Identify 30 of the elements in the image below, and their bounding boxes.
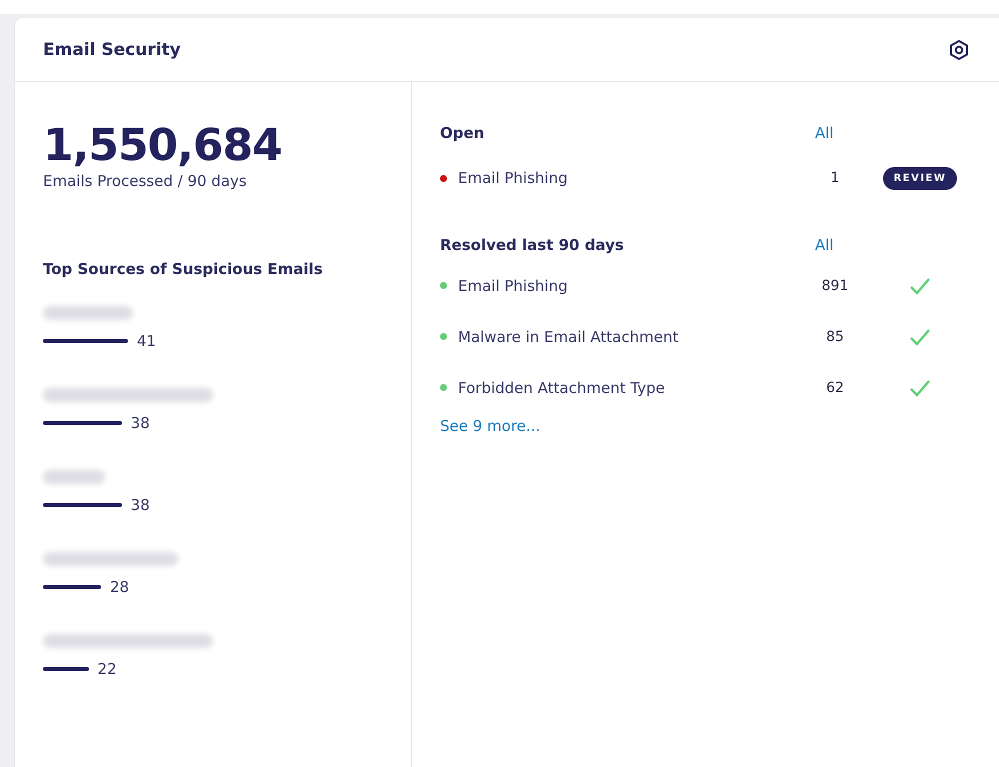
incident-label: Forbidden Attachment Type: [440, 378, 810, 396]
incident-label: Malware in Email Attachment: [440, 328, 810, 346]
source-count: 38: [130, 414, 150, 432]
section-title: Resolved last 90 days: [440, 236, 625, 254]
all-link[interactable]: All: [810, 236, 834, 254]
redacted-label: [43, 470, 105, 484]
source-count: 22: [98, 660, 117, 678]
total-caption: Emails Processed / 90 days: [43, 172, 248, 190]
card-title: Email Security: [43, 40, 181, 60]
sources-title: Top Sources of Suspicious Emails: [43, 260, 324, 278]
source-bar: [43, 667, 89, 672]
section-title: Open: [440, 124, 486, 142]
source-count: 41: [136, 332, 156, 350]
incident-count: 85: [825, 328, 845, 344]
total-count: 1,550,684: [43, 122, 283, 170]
settings-icon[interactable]: [949, 38, 969, 60]
see-more-link[interactable]: See 9 more...: [440, 417, 540, 435]
incident-label: Email Phishing: [440, 169, 810, 187]
check-icon: [909, 378, 931, 396]
review-button[interactable]: REVIEW: [882, 166, 958, 190]
incident-label: Email Phishing: [440, 276, 810, 294]
check-icon: [909, 276, 931, 294]
source-bar: [43, 585, 101, 590]
incident-count: 62: [825, 380, 845, 396]
incident-count: 1: [830, 170, 840, 186]
source-count: 28: [110, 578, 130, 596]
all-link[interactable]: All: [810, 124, 834, 142]
incident-count: 891: [820, 278, 850, 294]
check-icon: [909, 328, 931, 346]
source-count: 38: [130, 496, 150, 514]
